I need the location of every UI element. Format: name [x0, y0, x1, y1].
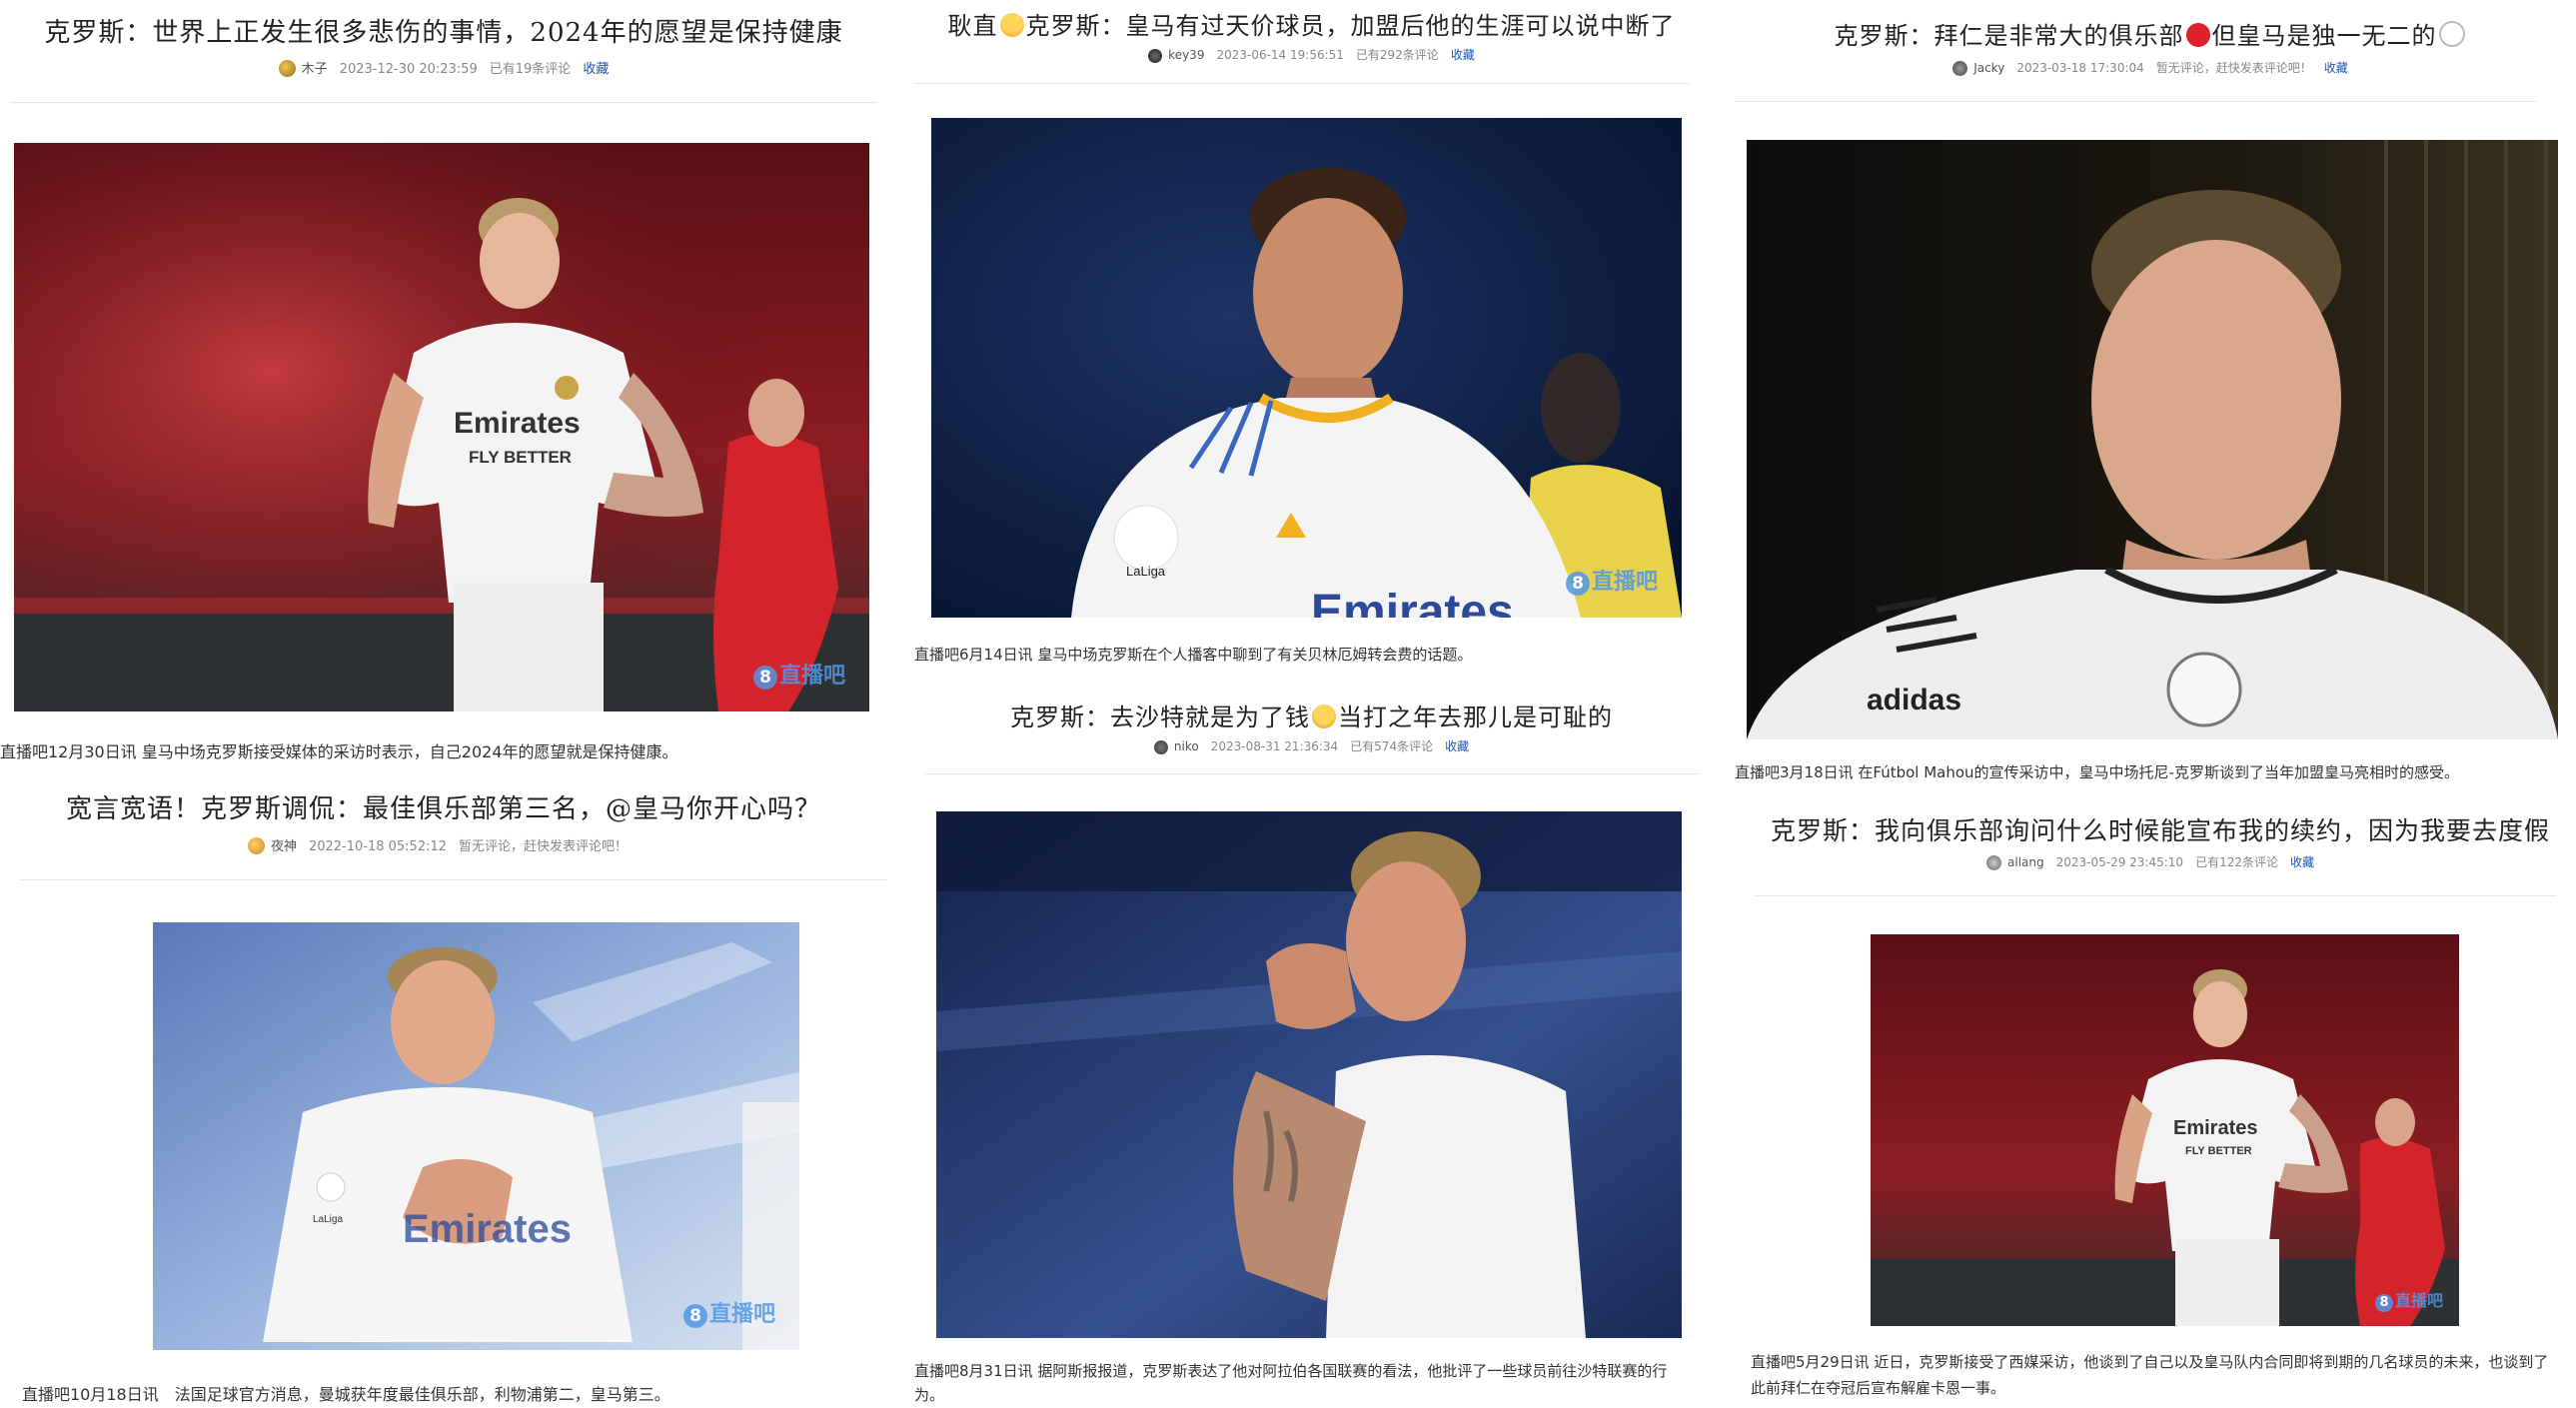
- comment-count[interactable]: 暂无评论，赶快发表评论吧！: [459, 839, 628, 854]
- article-card: 克罗斯：我向俱乐部询问什么时候能宣布我的续约，因为我要去度假 allang 202…: [1725, 799, 2576, 1408]
- divider: [1735, 101, 2536, 102]
- post-time: 2023-03-18 17:30:04: [2016, 61, 2144, 75]
- white-circle-icon: [2438, 21, 2465, 47]
- author-name[interactable]: allang: [2007, 855, 2044, 869]
- brand-text: adidas: [1867, 684, 1961, 716]
- column-3: 克罗斯：拜仁是非常大的俱乐部 但皇马是独一无二的 Jacky 2023-03-18 …: [1725, 0, 2576, 1408]
- comment-count[interactable]: 已有122条评论: [2195, 855, 2278, 869]
- laliga-text: LaLiga: [1126, 564, 1166, 579]
- article-meta: 木子 2023-12-30 20:23:59 已有19条评论 收藏: [0, 58, 887, 77]
- favorite-link[interactable]: 收藏: [2324, 61, 2348, 75]
- player-hand-on-chest-photo: Emirates LaLiga: [153, 922, 799, 1350]
- comment-count[interactable]: 已有574条评论: [1350, 739, 1433, 753]
- comment-count[interactable]: 已有292条评论: [1356, 48, 1439, 62]
- article-photo[interactable]: LaLiga Emirates 8 直播吧: [931, 118, 1682, 618]
- article-photo[interactable]: Emirates FLY BETTER 8 直播吧: [1871, 934, 2459, 1326]
- sponsor-sub-text: FLY BETTER: [2185, 1145, 2252, 1157]
- article-caption: 直播吧3月18日讯 在Fútbol Mahou的宣传采访中，皇马中场托尼-克罗斯…: [1735, 763, 2459, 781]
- author-name[interactable]: 木子: [302, 62, 328, 77]
- article-card: 克罗斯：拜仁是非常大的俱乐部 但皇马是独一无二的 Jacky 2023-03-18 …: [1725, 0, 2576, 799]
- avatar[interactable]: [1148, 49, 1163, 63]
- article-title[interactable]: 克罗斯：去沙特就是为了钱 当打之年去那儿是可耻的: [914, 698, 1709, 732]
- comment-count[interactable]: 已有19条评论: [490, 62, 572, 77]
- column-2: 耿直 克罗斯：皇马有过天价球员，加盟后他的生涯可以说中断了 key39 2023-0…: [914, 0, 1709, 1408]
- favorite-link[interactable]: 收藏: [1445, 739, 1469, 753]
- sponsor-sub-text: FLY BETTER: [469, 448, 572, 467]
- player-portrait-photo: LaLiga Emirates: [931, 118, 1682, 618]
- divider: [20, 879, 887, 880]
- author-name[interactable]: niko: [1174, 739, 1199, 753]
- article-card: 宽言宽语！克罗斯调侃：最佳俱乐部第三名，@皇马你开心吗？ 夜神 2022-10-1…: [0, 775, 887, 1408]
- sponsor-text: Emirates: [403, 1207, 572, 1251]
- article-card: 耿直 克罗斯：皇马有过天价球员，加盟后他的生涯可以说中断了 key39 2023-0…: [914, 0, 1709, 670]
- title-part-1: 耿直: [947, 12, 998, 40]
- post-time: 2023-05-29 23:45:10: [2055, 855, 2184, 869]
- laliga-text: LaLiga: [313, 1214, 343, 1225]
- avatar[interactable]: [1153, 740, 1168, 754]
- title-part-2: 克罗斯：皇马有过天价球员，加盟后他的生涯可以说中断了: [1025, 12, 1676, 40]
- money-face-emoji-icon: [1312, 704, 1336, 728]
- watermark: 8 直播吧: [1565, 564, 1658, 596]
- article-photo[interactable]: Emirates FLY BETTER 8 直播吧: [14, 143, 869, 711]
- sponsor-text: Emirates: [1311, 586, 1514, 618]
- avatar[interactable]: [1952, 61, 1968, 76]
- favorite-link[interactable]: 收藏: [1451, 48, 1475, 62]
- article-caption: 直播吧10月18日讯 法国足球官方消息，曼城获年度最佳俱乐部，利物浦第二，皇马第…: [22, 1385, 670, 1404]
- divider: [924, 773, 1699, 774]
- article-meta: Jacky 2023-03-18 17:30:04 暂无评论，赶快发表评论吧！ 收藏: [1725, 59, 2576, 76]
- title-part-1: 克罗斯：去沙特就是为了钱: [1010, 704, 1310, 731]
- avatar[interactable]: [1986, 855, 2001, 870]
- title-part-2: 但皇马是独一无二的: [2211, 22, 2437, 50]
- player-running-photo: Emirates FLY BETTER: [14, 143, 869, 711]
- watermark: 8 直播吧: [682, 1296, 775, 1328]
- avatar[interactable]: [247, 837, 265, 854]
- post-time: 2023-06-14 19:56:51: [1216, 48, 1344, 62]
- article-photo[interactable]: adidas: [1747, 140, 2558, 739]
- article-card: 克罗斯：去沙特就是为了钱 当打之年去那儿是可耻的 niko 2023-08-31 2…: [914, 690, 1709, 1408]
- favorite-link[interactable]: 收藏: [583, 62, 609, 77]
- article-caption: 直播吧6月14日讯 皇马中场克罗斯在个人播客中聊到了有关贝林厄姆转会费的话题。: [914, 646, 1473, 664]
- divider: [1755, 895, 2556, 896]
- player-running-photo: Emirates FLY BETTER: [1871, 934, 2459, 1326]
- article-photo[interactable]: Emirates LaLiga 8 直播吧: [153, 922, 799, 1350]
- title-part-1: 克罗斯：拜仁是非常大的俱乐部: [1834, 22, 2184, 50]
- article-title[interactable]: 宽言宽语！克罗斯调侃：最佳俱乐部第三名，@皇马你开心吗？: [0, 788, 887, 825]
- comment-count[interactable]: 暂无评论，赶快发表评论吧！: [2156, 61, 2312, 75]
- article-caption: 直播吧12月30日讯 皇马中场克罗斯接受媒体的采访时表示，自己2024年的愿望就…: [0, 742, 678, 761]
- column-1: 克罗斯：世界上正发生很多悲伤的事情，2024年的愿望是保持健康 木子 2023-1…: [0, 0, 887, 1408]
- article-photo[interactable]: [936, 811, 1682, 1338]
- sponsor-text: Emirates: [454, 407, 581, 440]
- post-time: 2023-12-30 20:23:59: [339, 62, 478, 77]
- laughing-emoji-icon: [999, 13, 1024, 37]
- article-title[interactable]: 克罗斯：拜仁是非常大的俱乐部 但皇马是独一无二的: [1725, 16, 2576, 51]
- divider: [914, 83, 1689, 84]
- article-meta: niko 2023-08-31 21:36:34 已有574条评论 收藏: [914, 737, 1709, 754]
- article-title[interactable]: 克罗斯：世界上正发生很多悲伤的事情，2024年的愿望是保持健康: [0, 12, 887, 49]
- player-interview-photo: adidas: [1747, 140, 2558, 739]
- article-meta: key39 2023-06-14 19:56:51 已有292条评论 收藏: [914, 46, 1709, 63]
- watermark: 8 直播吧: [2374, 1287, 2443, 1312]
- divider: [10, 102, 877, 103]
- article-caption: 直播吧8月31日讯 据阿斯报报道，克罗斯表达了他对阿拉伯各国联赛的看法，他批评了…: [914, 1362, 1668, 1404]
- article-caption: 直播吧5月29日讯 近日，克罗斯接受了西媒采访，他谈到了自己以及皇马队内合同即将…: [1751, 1353, 2549, 1397]
- sponsor-text: Emirates: [2173, 1117, 2258, 1139]
- article-meta: allang 2023-05-29 23:45:10 已有122条评论 收藏: [1725, 853, 2576, 870]
- author-name[interactable]: key39: [1168, 48, 1204, 62]
- avatar[interactable]: [278, 60, 296, 77]
- article-meta: 夜神 2022-10-18 05:52:12 暂无评论，赶快发表评论吧！: [0, 835, 887, 854]
- favorite-link[interactable]: 收藏: [2290, 855, 2314, 869]
- title-part-2: 当打之年去那儿是可耻的: [1338, 704, 1613, 731]
- player-blowing-kiss-photo: [936, 811, 1682, 1338]
- red-circle-icon: [2185, 23, 2210, 47]
- author-name[interactable]: Jacky: [1973, 61, 2004, 75]
- article-title[interactable]: 克罗斯：我向俱乐部询问什么时候能宣布我的续约，因为我要去度假: [1745, 811, 2576, 847]
- author-name[interactable]: 夜神: [271, 839, 297, 854]
- article-title[interactable]: 耿直 克罗斯：皇马有过天价球员，加盟后他的生涯可以说中断了: [914, 6, 1709, 41]
- watermark: 8 直播吧: [752, 658, 845, 690]
- article-card: 克罗斯：世界上正发生很多悲伤的事情，2024年的愿望是保持健康 木子 2023-1…: [0, 0, 887, 761]
- post-time: 2023-08-31 21:36:34: [1210, 739, 1339, 753]
- post-time: 2022-10-18 05:52:12: [308, 839, 448, 854]
